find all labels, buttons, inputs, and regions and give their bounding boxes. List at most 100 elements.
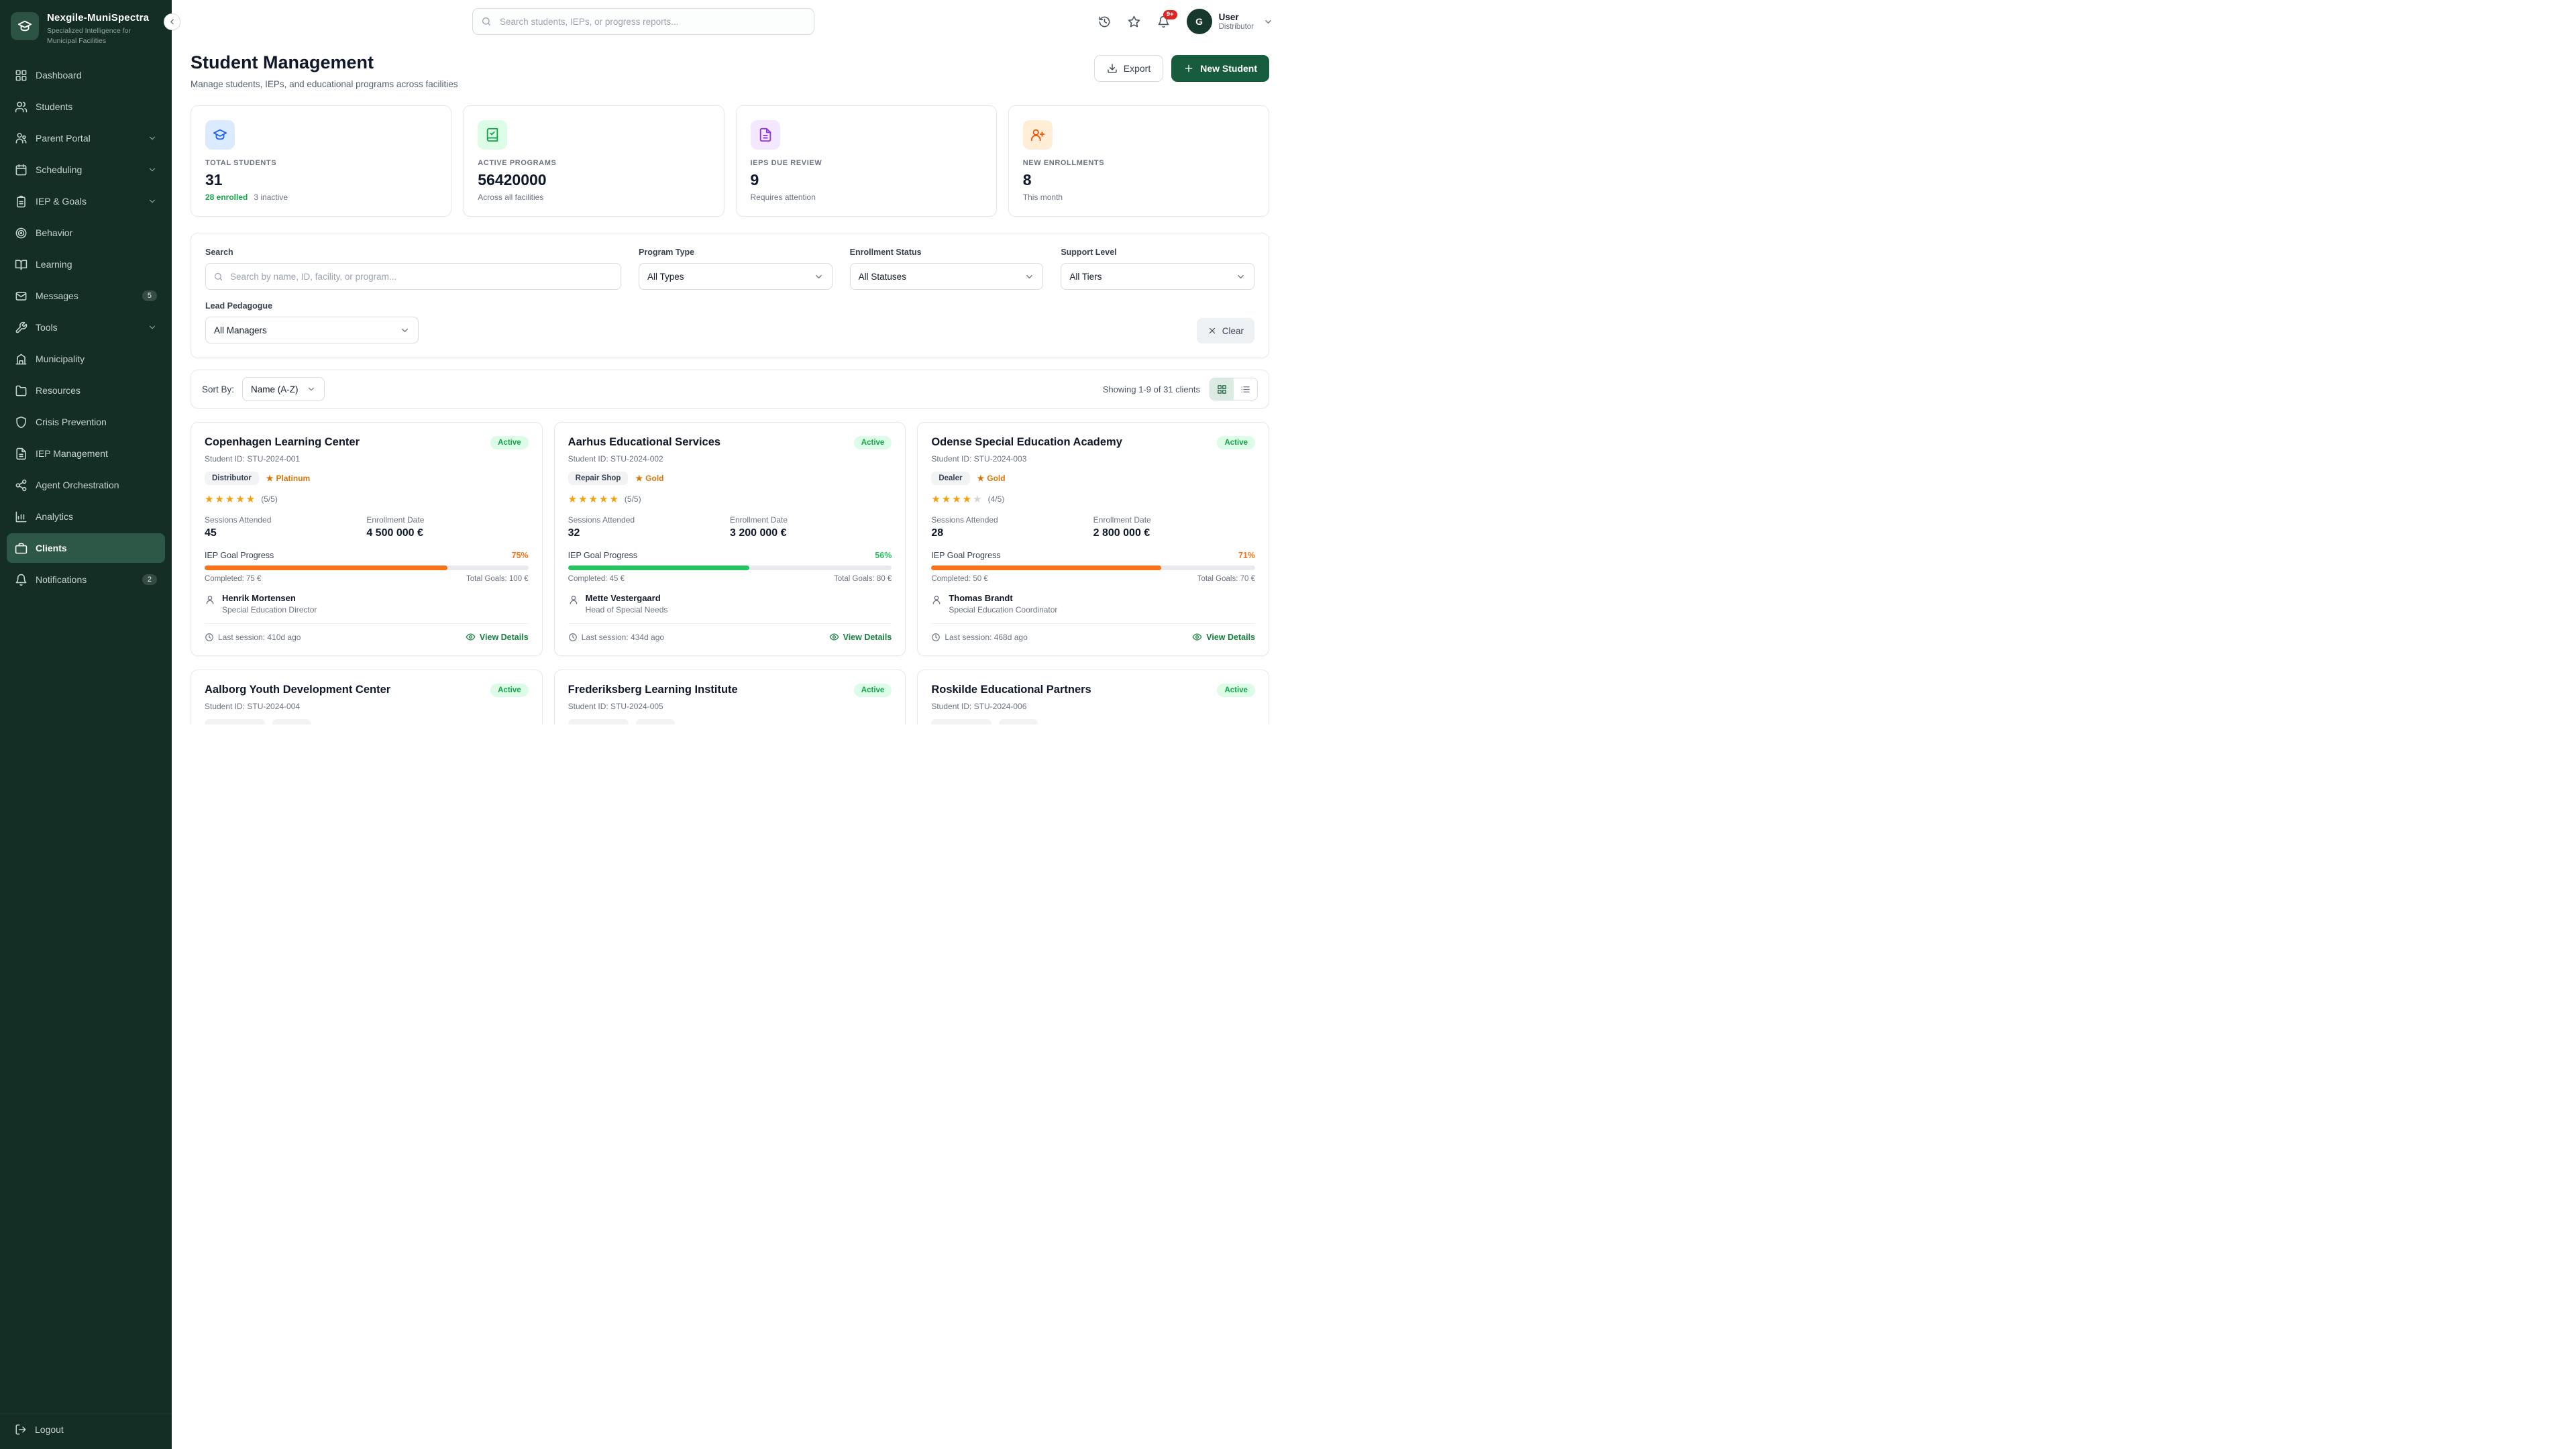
stat-value: 9 <box>751 171 982 189</box>
sidebar-item-notifications[interactable]: Notifications 2 <box>7 565 165 594</box>
enrollment-label: Enrollment Date <box>730 515 892 525</box>
sidebar-item-crisis-prevention[interactable]: Crisis Prevention <box>7 407 165 437</box>
filter-search-input[interactable] <box>205 263 621 290</box>
wrench-icon <box>15 321 28 334</box>
notifications-button[interactable]: 9+ <box>1152 9 1176 34</box>
chevron-down-icon <box>307 384 316 394</box>
chevron-down-icon <box>1024 272 1034 282</box>
stat-sub-secondary: This month <box>1023 193 1063 202</box>
list-view-button[interactable] <box>1234 378 1257 400</box>
tag-row: Repair Shop ★Gold <box>568 472 892 485</box>
support-level-select[interactable]: All Tiers <box>1061 263 1254 290</box>
messages-count-badge: 5 <box>142 290 157 301</box>
target-icon <box>15 227 28 239</box>
lead-pedagogue-select[interactable]: All Managers <box>205 317 419 343</box>
sidebar-item-label: Tools <box>36 322 140 333</box>
completed-amount: Completed: 45 € <box>568 575 625 583</box>
program-type-select[interactable]: All Types <box>639 263 833 290</box>
client-card: Aalborg Youth Development Center Active … <box>191 669 543 724</box>
stat-sub: Across all facilities <box>478 193 709 202</box>
new-student-button[interactable]: New Student <box>1171 55 1269 82</box>
favorites-button[interactable] <box>1122 9 1146 34</box>
export-button[interactable]: Export <box>1094 55 1163 82</box>
tier-label: Gold <box>987 474 1005 483</box>
topbar: 9+ G User Distributor <box>172 0 1288 43</box>
book-check-icon <box>485 127 500 142</box>
users-icon <box>15 101 28 113</box>
client-name: Copenhagen Learning Center <box>205 436 360 449</box>
sidebar-item-analytics[interactable]: Analytics <box>7 502 165 531</box>
close-icon <box>1208 326 1217 335</box>
page-header: Student Management Manage students, IEPs… <box>191 52 1269 89</box>
sidebar-item-resources[interactable]: Resources <box>7 376 165 405</box>
logout-button[interactable]: Logout <box>0 1413 172 1449</box>
sidebar-collapse-button[interactable] <box>164 13 180 30</box>
global-search <box>472 8 814 35</box>
grid-view-button[interactable] <box>1210 378 1234 400</box>
rating-stars-filled: ★★★★★ <box>568 494 620 505</box>
stat-label: IEPS DUE REVIEW <box>751 159 982 167</box>
tag-row <box>205 719 529 724</box>
sidebar-item-students[interactable]: Students <box>7 92 165 121</box>
client-name: Aalborg Youth Development Center <box>205 684 390 696</box>
global-search-input[interactable] <box>472 8 814 35</box>
enrollments-stat-icon <box>1023 120 1053 150</box>
page-actions: Export New Student <box>1094 55 1269 82</box>
sidebar-item-messages[interactable]: Messages 5 <box>7 281 165 311</box>
sidebar-item-label: Resources <box>36 385 157 396</box>
clear-filters-button[interactable]: Clear <box>1197 318 1254 343</box>
sidebar-item-iep-management[interactable]: IEP Management <box>7 439 165 468</box>
sidebar-item-label: Dashboard <box>36 70 157 80</box>
sidebar-item-behavior[interactable]: Behavior <box>7 218 165 248</box>
sort-select[interactable]: Name (A-Z) <box>242 377 325 401</box>
sidebar-item-municipality[interactable]: Municipality <box>7 344 165 374</box>
view-details-link[interactable]: View Details <box>829 632 892 642</box>
sidebar-item-tools[interactable]: Tools <box>7 313 165 342</box>
sidebar-item-parent-portal[interactable]: Parent Portal <box>7 123 165 153</box>
tier-pill: ★Platinum <box>266 474 310 483</box>
status-badge: Active <box>1217 684 1255 697</box>
tag-row: Distributor ★Platinum <box>205 472 529 485</box>
dashboard-icon <box>15 69 28 82</box>
stat-value: 56420000 <box>478 171 709 189</box>
last-session: Last session: 468d ago <box>931 633 1027 642</box>
user-menu[interactable]: G User Distributor <box>1187 9 1273 34</box>
tag-pill <box>205 719 265 724</box>
sidebar-item-clients[interactable]: Clients <box>7 533 165 563</box>
client-card: Copenhagen Learning Center Active Studen… <box>191 422 543 656</box>
last-session-text: Last session: 434d ago <box>582 633 664 642</box>
client-name: Aarhus Educational Services <box>568 436 720 449</box>
sidebar-item-scheduling[interactable]: Scheduling <box>7 155 165 184</box>
sidebar-item-label: IEP Management <box>36 448 157 459</box>
students-stat-icon <box>205 120 235 150</box>
completed-amount: Completed: 50 € <box>931 575 987 583</box>
tag-pill: Dealer <box>931 472 969 485</box>
chevron-left-icon <box>168 17 176 26</box>
stat-sub: This month <box>1023 193 1254 202</box>
status-badge: Active <box>854 436 892 449</box>
sidebar-item-iep-goals[interactable]: IEP & Goals <box>7 186 165 216</box>
programs-stat-icon <box>478 120 507 150</box>
sidebar-item-dashboard[interactable]: Dashboard <box>7 60 165 90</box>
sidebar-item-agent-orchestration[interactable]: Agent Orchestration <box>7 470 165 500</box>
history-button[interactable] <box>1093 9 1117 34</box>
eye-icon <box>829 632 839 642</box>
enrollment-value: 3 200 000 € <box>730 527 892 539</box>
stat-sub-secondary: 3 inactive <box>254 193 288 202</box>
filter-search-label: Search <box>205 248 621 257</box>
tier-pill: ★Gold <box>635 474 663 483</box>
view-details-link[interactable]: View Details <box>1192 632 1255 642</box>
stat-label: TOTAL STUDENTS <box>205 159 437 167</box>
view-details-link[interactable]: View Details <box>466 632 529 642</box>
sidebar-item-learning[interactable]: Learning <box>7 250 165 279</box>
sidebar-item-label: Municipality <box>36 354 157 364</box>
mail-icon <box>15 290 28 303</box>
enrollment-status-select[interactable]: All Statuses <box>850 263 1044 290</box>
stat-card-new-enrollments: NEW ENROLLMENTS 8 This month <box>1008 105 1269 217</box>
file-text-icon <box>758 127 773 142</box>
sidebar-item-label: Agent Orchestration <box>36 480 157 490</box>
tag-row <box>568 719 892 724</box>
tag-pill <box>636 719 675 724</box>
page-content: Student Management Manage students, IEPs… <box>172 43 1288 724</box>
institution-icon <box>17 19 32 34</box>
